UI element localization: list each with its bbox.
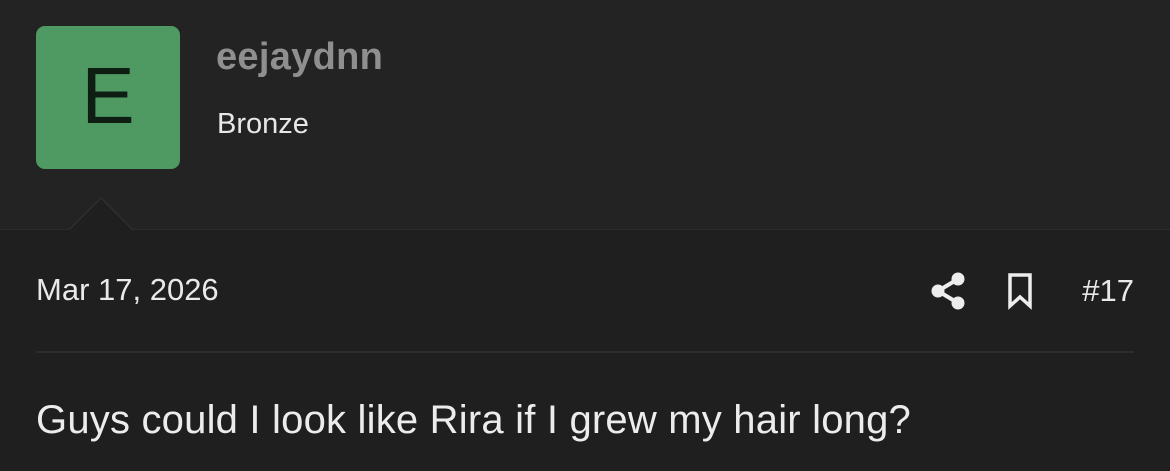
message-pointer xyxy=(69,197,133,230)
message-body: Guys could I look like Rira if I grew my… xyxy=(36,398,911,442)
share-icon[interactable] xyxy=(930,271,966,311)
post-actions: #17 xyxy=(930,267,1134,315)
avatar-letter: E xyxy=(81,50,135,140)
post-date[interactable]: Mar 17, 2026 xyxy=(36,272,219,308)
user-header: E eejaydnn Bronze xyxy=(0,0,1170,230)
user-title: Bronze xyxy=(217,108,309,140)
divider xyxy=(36,351,1134,353)
post-number-link[interactable]: #17 xyxy=(1082,273,1134,309)
username-link[interactable]: eejaydnn xyxy=(216,36,383,79)
avatar[interactable]: E xyxy=(36,26,180,169)
bookmark-icon[interactable] xyxy=(1006,272,1034,310)
